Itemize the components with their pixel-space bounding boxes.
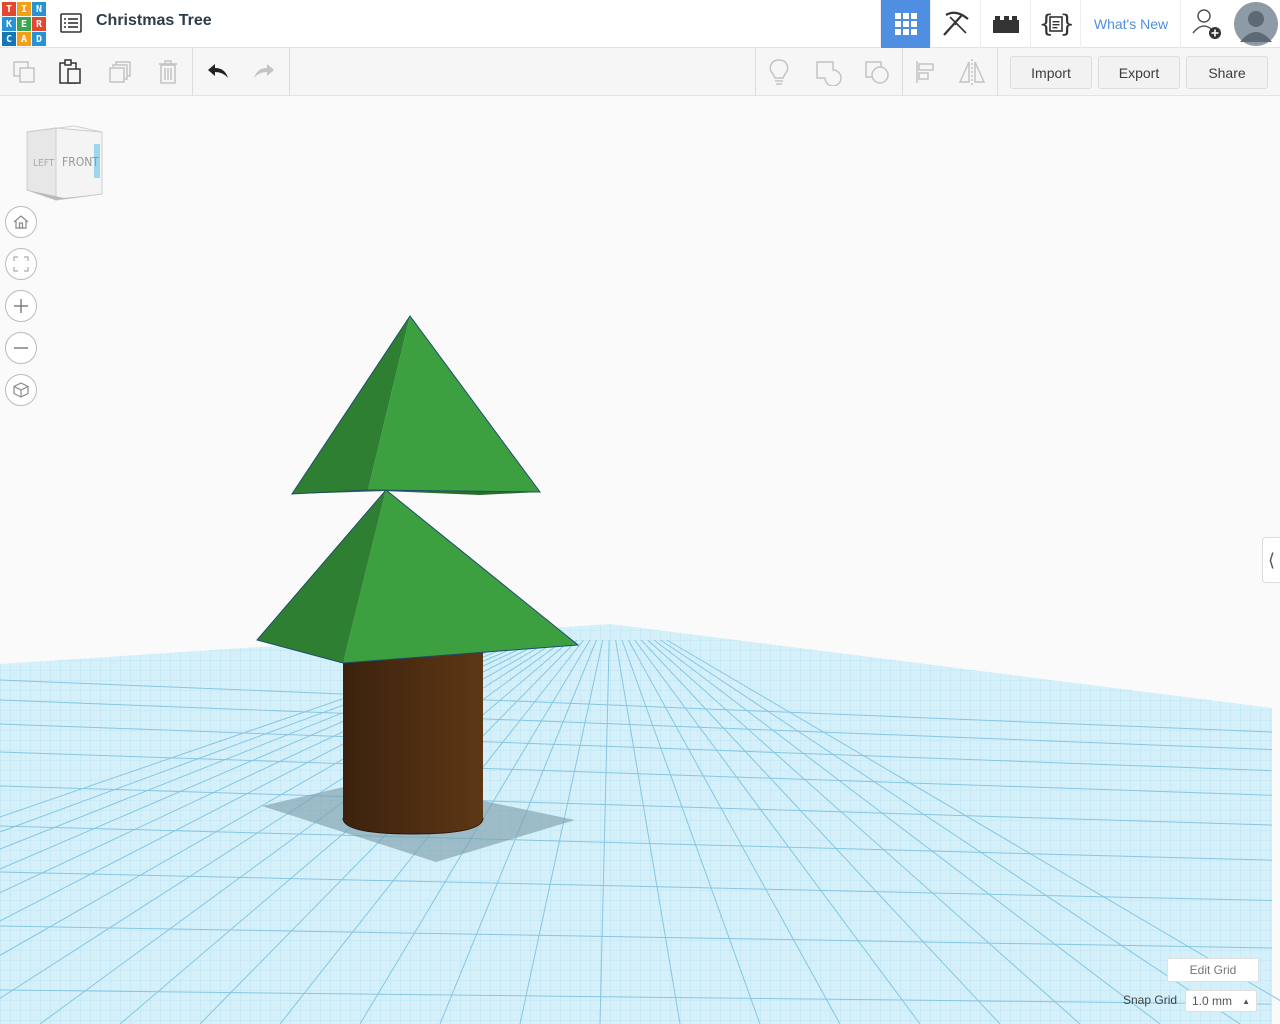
logo-letter: N <box>32 2 46 16</box>
align-icon[interactable] <box>903 48 949 96</box>
viewcube-front-label: FRONT <box>62 155 99 169</box>
brick-icon[interactable] <box>980 0 1030 48</box>
svg-text:{: { <box>1039 10 1053 38</box>
snap-grid-label: Snap Grid <box>1123 993 1178 1007</box>
duplicate-icon[interactable] <box>97 48 143 96</box>
shapes-panel-toggle[interactable]: ⟨ <box>1262 537 1280 583</box>
code-blocks-icon[interactable]: { } <box>1030 0 1080 48</box>
logo-letter: A <box>17 32 31 46</box>
design-title[interactable]: Christmas Tree <box>96 12 212 30</box>
export-button[interactable]: Export <box>1098 56 1180 89</box>
perspective-button[interactable] <box>5 374 37 406</box>
logo-letter: R <box>32 17 46 31</box>
tinkercad-logo[interactable]: T I N K E R C A D <box>2 2 46 46</box>
delete-icon[interactable] <box>145 48 191 96</box>
design-menu-icon[interactable] <box>58 10 84 36</box>
perspective-icon <box>13 382 29 398</box>
zoom-in-icon <box>14 299 28 313</box>
mirror-icon[interactable] <box>949 48 995 96</box>
copy-icon[interactable] <box>1 48 47 96</box>
chevron-left-icon: ⟨ <box>1267 549 1276 571</box>
logo-letter: E <box>17 17 31 31</box>
add-user-icon[interactable] <box>1180 0 1232 48</box>
grid-view-icon[interactable] <box>880 0 930 48</box>
pickaxe-icon[interactable] <box>930 0 980 48</box>
ungroup-icon[interactable] <box>854 48 900 96</box>
snap-grid-value: 1.0 mm <box>1192 994 1233 1008</box>
group-icon[interactable] <box>805 48 851 96</box>
edit-toolbar: Import Export Share <box>0 48 1280 96</box>
logo-letter: C <box>2 32 16 46</box>
home-view-button[interactable] <box>5 206 37 238</box>
trunk-cylinder[interactable] <box>342 650 484 835</box>
top-bar: T I N K E R C A D Christmas Tree {} Wha… <box>0 0 1280 48</box>
zoom-out-button[interactable] <box>5 332 37 364</box>
viewcube-left-label: LEFT <box>33 158 55 169</box>
edit-grid-button[interactable]: Edit Grid <box>1167 958 1259 982</box>
import-button[interactable]: Import <box>1010 56 1092 89</box>
workplane-grid[interactable] <box>0 624 1280 1024</box>
lower-tree-pyramid[interactable] <box>256 489 580 664</box>
share-button[interactable]: Share <box>1186 56 1268 89</box>
logo-letter: K <box>2 17 16 31</box>
user-avatar[interactable] <box>1232 0 1280 48</box>
redo-icon[interactable] <box>241 48 287 96</box>
zoom-out-icon <box>14 347 28 349</box>
logo-letter: D <box>32 32 46 46</box>
fit-all-button[interactable] <box>5 248 37 280</box>
fit-all-icon <box>13 256 29 272</box>
logo-letter: I <box>17 2 31 16</box>
zoom-in-button[interactable] <box>5 290 37 322</box>
svg-text:}: } <box>1060 10 1074 38</box>
notes-icon[interactable] <box>756 48 802 96</box>
undo-icon[interactable] <box>195 48 241 96</box>
home-view-icon <box>13 215 29 229</box>
upper-tree-pyramid[interactable] <box>291 315 541 495</box>
caret-up-icon: ▲ <box>1242 996 1250 1006</box>
whats-new-link[interactable]: What's New <box>1080 0 1181 48</box>
paste-icon[interactable] <box>47 48 93 96</box>
snap-grid-select[interactable]: 1.0 mm ▲ <box>1185 990 1257 1012</box>
workplane-viewport[interactable] <box>0 96 1280 1024</box>
view-cube[interactable]: LEFT FRONT <box>24 124 106 204</box>
logo-letter: T <box>2 2 16 16</box>
